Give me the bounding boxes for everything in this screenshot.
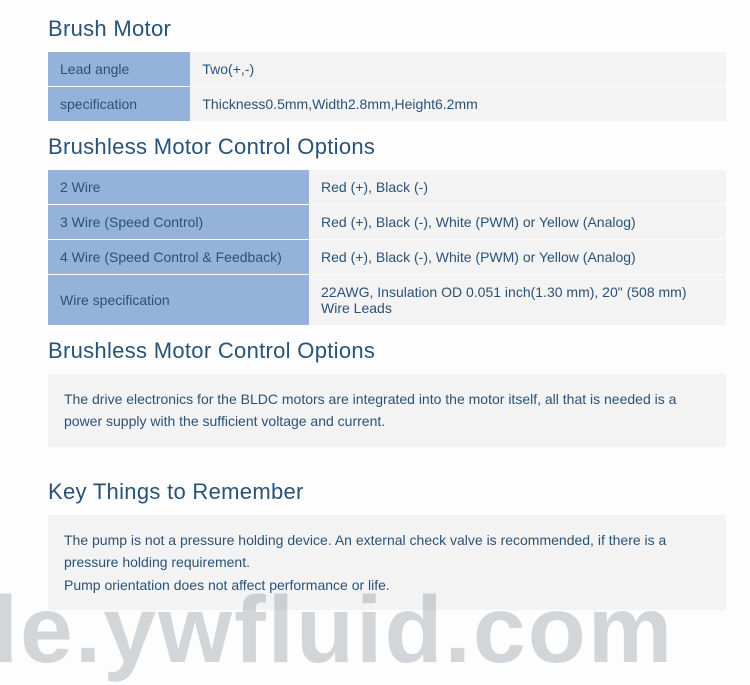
table-row: Wire specification 22AWG, Insulation OD …	[48, 275, 726, 326]
cell-label: 4 Wire (Speed Control & Feedback)	[48, 240, 309, 275]
cell-label: Lead angle	[48, 52, 190, 87]
cell-value: Red (+), Black (-), White (PWM) or Yello…	[309, 205, 726, 240]
info-text-key-things: The pump is not a pressure holding devic…	[48, 515, 726, 610]
cell-value: 22AWG, Insulation OD 0.051 inch(1.30 mm)…	[309, 275, 726, 326]
cell-value: Thickness0.5mm,Width2.8mm,Height6.2mm	[190, 87, 726, 122]
cell-value: Red (+), Black (-)	[309, 170, 726, 205]
cell-label: 2 Wire	[48, 170, 309, 205]
section-title-key-things: Key Things to Remember	[48, 479, 726, 505]
table-brush-motor: Lead angle Two(+,-) specification Thickn…	[48, 52, 726, 122]
cell-label: Wire specification	[48, 275, 309, 326]
table-row: specification Thickness0.5mm,Width2.8mm,…	[48, 87, 726, 122]
table-row: 4 Wire (Speed Control & Feedback) Red (+…	[48, 240, 726, 275]
table-row: 3 Wire (Speed Control) Red (+), Black (-…	[48, 205, 726, 240]
table-row: 2 Wire Red (+), Black (-)	[48, 170, 726, 205]
cell-label: specification	[48, 87, 190, 122]
info-text-drive-electronics: The drive electronics for the BLDC motor…	[48, 374, 726, 447]
section-title-brush-motor: Brush Motor	[48, 16, 726, 42]
cell-value: Red (+), Black (-), White (PWM) or Yello…	[309, 240, 726, 275]
cell-value: Two(+,-)	[190, 52, 726, 87]
cell-label: 3 Wire (Speed Control)	[48, 205, 309, 240]
section-title-brushless-options-2: Brushless Motor Control Options	[48, 338, 726, 364]
table-row: Lead angle Two(+,-)	[48, 52, 726, 87]
section-title-brushless-options: Brushless Motor Control Options	[48, 134, 726, 160]
table-brushless-options: 2 Wire Red (+), Black (-) 3 Wire (Speed …	[48, 170, 726, 326]
